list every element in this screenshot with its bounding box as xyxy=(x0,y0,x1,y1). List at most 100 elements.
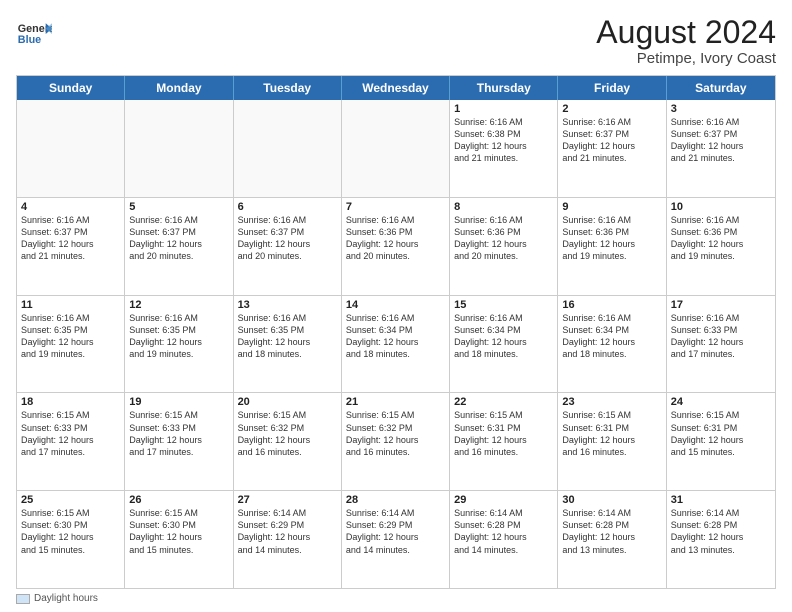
calendar-cell: 14Sunrise: 6:16 AM Sunset: 6:34 PM Dayli… xyxy=(342,296,450,393)
calendar-cell: 5Sunrise: 6:16 AM Sunset: 6:37 PM Daylig… xyxy=(125,198,233,295)
day-info: Sunrise: 6:16 AM Sunset: 6:36 PM Dayligh… xyxy=(454,214,553,263)
calendar-cell: 21Sunrise: 6:15 AM Sunset: 6:32 PM Dayli… xyxy=(342,393,450,490)
day-info: Sunrise: 6:16 AM Sunset: 6:33 PM Dayligh… xyxy=(671,312,771,361)
day-number: 22 xyxy=(454,396,553,408)
day-number: 6 xyxy=(238,201,337,213)
header-saturday: Saturday xyxy=(667,76,775,100)
day-info: Sunrise: 6:15 AM Sunset: 6:33 PM Dayligh… xyxy=(129,409,228,458)
calendar-cell: 6Sunrise: 6:16 AM Sunset: 6:37 PM Daylig… xyxy=(234,198,342,295)
day-info: Sunrise: 6:16 AM Sunset: 6:38 PM Dayligh… xyxy=(454,116,553,165)
header-sunday: Sunday xyxy=(17,76,125,100)
header-wednesday: Wednesday xyxy=(342,76,450,100)
calendar-cell: 29Sunrise: 6:14 AM Sunset: 6:28 PM Dayli… xyxy=(450,491,558,588)
svg-text:Blue: Blue xyxy=(18,34,41,46)
day-info: Sunrise: 6:15 AM Sunset: 6:31 PM Dayligh… xyxy=(562,409,661,458)
day-number: 28 xyxy=(346,494,445,506)
day-info: Sunrise: 6:14 AM Sunset: 6:28 PM Dayligh… xyxy=(562,507,661,556)
calendar-cell: 13Sunrise: 6:16 AM Sunset: 6:35 PM Dayli… xyxy=(234,296,342,393)
day-number: 1 xyxy=(454,103,553,115)
daylight-legend-box xyxy=(16,594,30,604)
day-number: 9 xyxy=(562,201,661,213)
day-number: 26 xyxy=(129,494,228,506)
calendar-cell: 11Sunrise: 6:16 AM Sunset: 6:35 PM Dayli… xyxy=(17,296,125,393)
header-friday: Friday xyxy=(558,76,666,100)
calendar-cell: 4Sunrise: 6:16 AM Sunset: 6:37 PM Daylig… xyxy=(17,198,125,295)
day-number: 19 xyxy=(129,396,228,408)
day-number: 25 xyxy=(21,494,120,506)
location: Petimpe, Ivory Coast xyxy=(596,50,776,67)
day-number: 16 xyxy=(562,299,661,311)
calendar-cell: 26Sunrise: 6:15 AM Sunset: 6:30 PM Dayli… xyxy=(125,491,233,588)
calendar-cell: 2Sunrise: 6:16 AM Sunset: 6:37 PM Daylig… xyxy=(558,100,666,197)
calendar-cell: 18Sunrise: 6:15 AM Sunset: 6:33 PM Dayli… xyxy=(17,393,125,490)
week-row-3: 11Sunrise: 6:16 AM Sunset: 6:35 PM Dayli… xyxy=(17,295,775,393)
day-info: Sunrise: 6:16 AM Sunset: 6:35 PM Dayligh… xyxy=(238,312,337,361)
day-number: 27 xyxy=(238,494,337,506)
calendar-cell: 7Sunrise: 6:16 AM Sunset: 6:36 PM Daylig… xyxy=(342,198,450,295)
calendar: Sunday Monday Tuesday Wednesday Thursday… xyxy=(16,75,776,589)
day-number: 4 xyxy=(21,201,120,213)
day-number: 24 xyxy=(671,396,771,408)
day-info: Sunrise: 6:14 AM Sunset: 6:29 PM Dayligh… xyxy=(346,507,445,556)
header-thursday: Thursday xyxy=(450,76,558,100)
title-block: August 2024 Petimpe, Ivory Coast xyxy=(596,16,776,67)
day-info: Sunrise: 6:16 AM Sunset: 6:37 PM Dayligh… xyxy=(562,116,661,165)
calendar-cell: 30Sunrise: 6:14 AM Sunset: 6:28 PM Dayli… xyxy=(558,491,666,588)
footer: Daylight hours xyxy=(16,593,776,604)
week-row-5: 25 Sunrise: 6:15 AM Sunset: 6:30 PM Dayli… xyxy=(17,490,775,588)
day-info: Sunrise: 6:14 AM Sunset: 6:28 PM Dayligh… xyxy=(671,507,771,556)
day-number: 30 xyxy=(562,494,661,506)
page: General Blue August 2024 Petimpe, Ivory … xyxy=(0,0,792,612)
day-info: Sunrise: 6:16 AM Sunset: 6:37 PM Dayligh… xyxy=(21,214,120,263)
calendar-cell: 16Sunrise: 6:16 AM Sunset: 6:34 PM Dayli… xyxy=(558,296,666,393)
calendar-header: Sunday Monday Tuesday Wednesday Thursday… xyxy=(17,76,775,100)
calendar-cell: 10Sunrise: 6:16 AM Sunset: 6:36 PM Dayli… xyxy=(667,198,775,295)
calendar-cell: 1Sunrise: 6:16 AM Sunset: 6:38 PM Daylig… xyxy=(450,100,558,197)
week-row-4: 18 Sunrise: 6:15 AM Sunset: 6:33 PM Dayli… xyxy=(17,392,775,490)
header-monday: Monday xyxy=(125,76,233,100)
day-info: Sunrise: 6:14 AM Sunset: 6:28 PM Dayligh… xyxy=(454,507,553,556)
day-info: Sunrise: 6:16 AM Sunset: 6:37 PM Dayligh… xyxy=(671,116,771,165)
week-row-2: 4Sunrise: 6:16 AM Sunset: 6:37 PM Daylig… xyxy=(17,197,775,295)
day-number: 29 xyxy=(454,494,553,506)
calendar-cell xyxy=(17,100,125,197)
generalblue-logo-icon: General Blue xyxy=(16,16,52,52)
calendar-body: 1Sunrise: 6:16 AM Sunset: 6:38 PM Daylig… xyxy=(17,100,775,588)
day-number: 7 xyxy=(346,201,445,213)
day-number: 13 xyxy=(238,299,337,311)
day-info: Sunrise: 6:16 AM Sunset: 6:35 PM Dayligh… xyxy=(129,312,228,361)
week-row-1: 1Sunrise: 6:16 AM Sunset: 6:38 PM Daylig… xyxy=(17,100,775,197)
logo: General Blue xyxy=(16,16,52,52)
month-year: August 2024 xyxy=(596,16,776,48)
daylight-label: Daylight hours xyxy=(34,593,98,604)
day-info: Sunrise: 6:16 AM Sunset: 6:34 PM Dayligh… xyxy=(454,312,553,361)
day-number: 20 xyxy=(238,396,337,408)
day-info: Sunrise: 6:16 AM Sunset: 6:35 PM Dayligh… xyxy=(21,312,120,361)
day-info: Sunrise: 6:16 AM Sunset: 6:34 PM Dayligh… xyxy=(346,312,445,361)
day-info: Sunrise: 6:15 AM Sunset: 6:32 PM Dayligh… xyxy=(238,409,337,458)
header-tuesday: Tuesday xyxy=(234,76,342,100)
day-info: Sunrise: 6:16 AM Sunset: 6:36 PM Dayligh… xyxy=(671,214,771,263)
calendar-cell: 27Sunrise: 6:14 AM Sunset: 6:29 PM Dayli… xyxy=(234,491,342,588)
calendar-cell: 22Sunrise: 6:15 AM Sunset: 6:31 PM Dayli… xyxy=(450,393,558,490)
day-info: Sunrise: 6:15 AM Sunset: 6:31 PM Dayligh… xyxy=(454,409,553,458)
calendar-cell xyxy=(234,100,342,197)
day-info: Sunrise: 6:15 AM Sunset: 6:31 PM Dayligh… xyxy=(671,409,771,458)
day-info: Sunrise: 6:16 AM Sunset: 6:36 PM Dayligh… xyxy=(562,214,661,263)
day-number: 17 xyxy=(671,299,771,311)
day-number: 18 xyxy=(21,396,120,408)
day-info: Sunrise: 6:15 AM Sunset: 6:30 PM Dayligh… xyxy=(129,507,228,556)
day-number: 11 xyxy=(21,299,120,311)
calendar-cell: 8Sunrise: 6:16 AM Sunset: 6:36 PM Daylig… xyxy=(450,198,558,295)
calendar-cell: 28Sunrise: 6:14 AM Sunset: 6:29 PM Dayli… xyxy=(342,491,450,588)
day-number: 8 xyxy=(454,201,553,213)
day-number: 2 xyxy=(562,103,661,115)
calendar-cell: 24Sunrise: 6:15 AM Sunset: 6:31 PM Dayli… xyxy=(667,393,775,490)
header: General Blue August 2024 Petimpe, Ivory … xyxy=(16,16,776,67)
calendar-cell: 25Sunrise: 6:15 AM Sunset: 6:30 PM Dayli… xyxy=(17,491,125,588)
calendar-cell xyxy=(342,100,450,197)
day-info: Sunrise: 6:14 AM Sunset: 6:29 PM Dayligh… xyxy=(238,507,337,556)
day-number: 15 xyxy=(454,299,553,311)
calendar-cell: 12Sunrise: 6:16 AM Sunset: 6:35 PM Dayli… xyxy=(125,296,233,393)
calendar-cell: 15Sunrise: 6:16 AM Sunset: 6:34 PM Dayli… xyxy=(450,296,558,393)
